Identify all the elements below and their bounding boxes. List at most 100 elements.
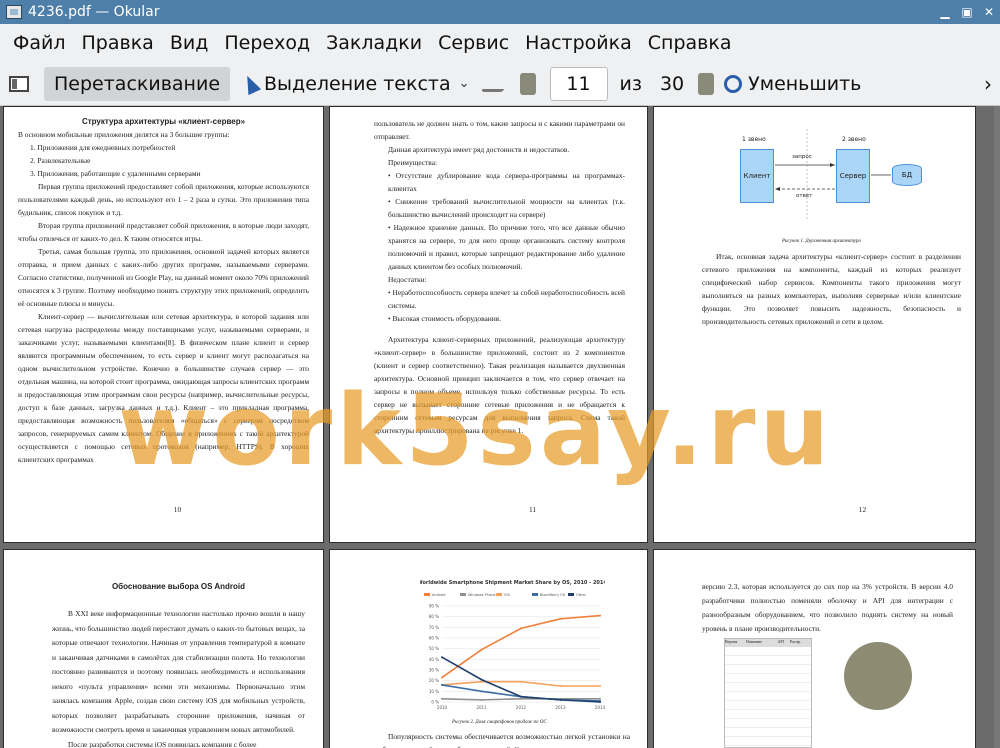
okular-app-icon: [6, 5, 22, 19]
data-point: [599, 685, 601, 687]
page-heading: Структура архитектуры «клиент-сервер»: [81, 117, 246, 126]
data-point: [480, 680, 483, 683]
page-number-input[interactable]: [549, 66, 608, 101]
toolbar-overflow-icon[interactable]: ›: [984, 67, 992, 101]
android-versions-table: Версия Название API Распр.: [724, 638, 812, 748]
page-heading: Обоснование выбора OS Android: [111, 582, 246, 591]
paragraph: Данная архитектура имеет ряд достоинств …: [388, 145, 570, 154]
menu-view[interactable]: Вид: [162, 24, 217, 62]
list-item: • Высокая стоимость оборудования.: [388, 314, 501, 323]
y-tick-label: 20 %: [429, 678, 439, 683]
menu-settings[interactable]: Настройка: [517, 24, 640, 62]
paragraph: версию 2.3, которая используется до сих …: [702, 582, 953, 633]
y-tick-label: 10 %: [429, 689, 439, 694]
data-point: [480, 678, 483, 681]
list-item: • Отсутствие дублирование кода сервера-п…: [388, 171, 625, 193]
menu-help[interactable]: Справка: [640, 24, 740, 62]
page-number: 11: [528, 505, 537, 514]
y-tick-label: 50 %: [429, 646, 439, 651]
response-label: ответ: [796, 193, 813, 199]
figure-caption: Рисунок 2. Доля смартфонов продаж по ОС: [452, 720, 547, 725]
table-header-cell: Распр.: [790, 639, 801, 644]
minimize-icon[interactable]: ▁: [934, 5, 956, 19]
paragraph: Третья, самая большая группа, это прилож…: [18, 247, 309, 308]
data-point: [480, 698, 483, 701]
y-tick-label: 80 %: [429, 614, 439, 619]
data-point: [441, 683, 443, 686]
window-titlebar: 4236.pdf — Okular ▁ ▣ ✕: [0, 0, 1000, 24]
data-point: [520, 695, 522, 698]
magnifier-icon: [724, 74, 743, 93]
close-icon[interactable]: ✕: [978, 5, 1000, 19]
page-10: Структура архитектуры «клиент-сервер» В …: [3, 106, 324, 543]
y-tick-label: 40 %: [429, 657, 439, 662]
legend-swatch: [532, 593, 538, 596]
list-title: Преимущества:: [388, 158, 438, 167]
text-selection-label: Выделение текста: [264, 72, 451, 95]
os-market-share-chart: Worldwide Smartphone Shipment Market Sha…: [420, 580, 605, 710]
browse-tool-button[interactable]: Перетаскивание: [44, 66, 231, 101]
paragraph: Вторая группа приложений представляет со…: [18, 221, 309, 243]
list-item: • Надежное хранение данных. По причине т…: [388, 223, 625, 271]
sidebar-toggle-button[interactable]: [4, 67, 34, 101]
menu-edit[interactable]: Правка: [74, 24, 162, 62]
y-tick-label: 0 %: [431, 700, 439, 705]
pie-chart: [844, 642, 912, 710]
page-down-icon[interactable]: [698, 72, 715, 95]
data-point: [441, 676, 443, 679]
y-tick-label: 60 %: [429, 636, 439, 641]
series-line: [441, 656, 601, 703]
table-header-cell: Название: [745, 639, 762, 644]
browse-tool-label: Перетаскивание: [54, 72, 221, 95]
paragraph: В основном мобильные приложения делятся …: [18, 130, 230, 139]
menu-bookmarks[interactable]: Закладки: [318, 24, 430, 62]
paragraph: Популярность системы обеспечивается возм…: [374, 732, 630, 748]
page-of-label: из: [619, 72, 642, 95]
list-item: • Снижение требований вычислительной мощ…: [388, 197, 625, 219]
paragraph: Итак, основная задача архитектуры «клиен…: [702, 252, 961, 326]
legend-swatch: [460, 593, 466, 596]
zoom-out-button[interactable]: Уменьшить: [724, 67, 861, 101]
legend-label: Android: [432, 593, 446, 597]
text-selection-tool-button[interactable]: Выделение текста ⌄: [240, 67, 470, 101]
legend-label: BlackBerry OS: [540, 593, 566, 597]
table-header-row: Версия Название API Распр.: [725, 639, 811, 647]
list-item: • Неработоспособность сервера влечет за …: [388, 288, 626, 310]
main-toolbar: Перетаскивание Выделение текста ⌄ из 30 …: [0, 62, 1000, 106]
list-item: 2. Развлекательные: [30, 156, 91, 165]
document-viewer[interactable]: Структура архитектуры «клиент-сервер» В …: [0, 106, 1000, 748]
chart-title: Worldwide Smartphone Shipment Market Sha…: [420, 580, 605, 586]
y-tick-label: 90 %: [429, 604, 439, 609]
table-header-cell: API: [777, 639, 784, 644]
zoom-out-label: Уменьшить: [748, 72, 862, 95]
data-point: [520, 680, 522, 683]
request-label: запрос: [792, 154, 812, 160]
paragraph: После разработки системы iOS появилась к…: [68, 739, 257, 748]
menu-file[interactable]: Файл: [5, 24, 74, 62]
data-point: [520, 627, 522, 630]
menu-go[interactable]: Переход: [216, 24, 318, 62]
paragraph: В XXI веке информационные технологии нас…: [52, 609, 305, 734]
vertical-scrollbar[interactable]: [994, 106, 1000, 748]
page-up-icon[interactable]: [519, 72, 536, 95]
menu-tools[interactable]: Сервис: [430, 24, 517, 62]
y-tick-label: 70 %: [429, 625, 439, 630]
data-point: [559, 685, 562, 687]
data-point: [599, 697, 601, 700]
x-tick-label: 2014: [595, 705, 605, 710]
legend-label: Other: [576, 593, 586, 597]
legend-swatch: [496, 593, 502, 596]
chevron-down-icon[interactable]: ⌄: [459, 76, 470, 91]
sidebar-icon: [9, 75, 29, 92]
paragraph: Архитектура клиент-серверных приложений,…: [374, 335, 625, 435]
x-tick-label: 2013: [555, 705, 566, 710]
page-15: версию 2.3, которая используется до сих …: [653, 549, 976, 748]
window-title: 4236.pdf — Okular: [28, 4, 160, 20]
previous-page-icon[interactable]: [480, 75, 509, 92]
x-tick-label: 2012: [516, 705, 527, 710]
data-point: [599, 614, 601, 617]
data-point: [599, 701, 601, 703]
data-point: [441, 697, 443, 700]
maximize-icon[interactable]: ▣: [956, 5, 978, 19]
legend-label: Windows Phone: [468, 593, 496, 597]
